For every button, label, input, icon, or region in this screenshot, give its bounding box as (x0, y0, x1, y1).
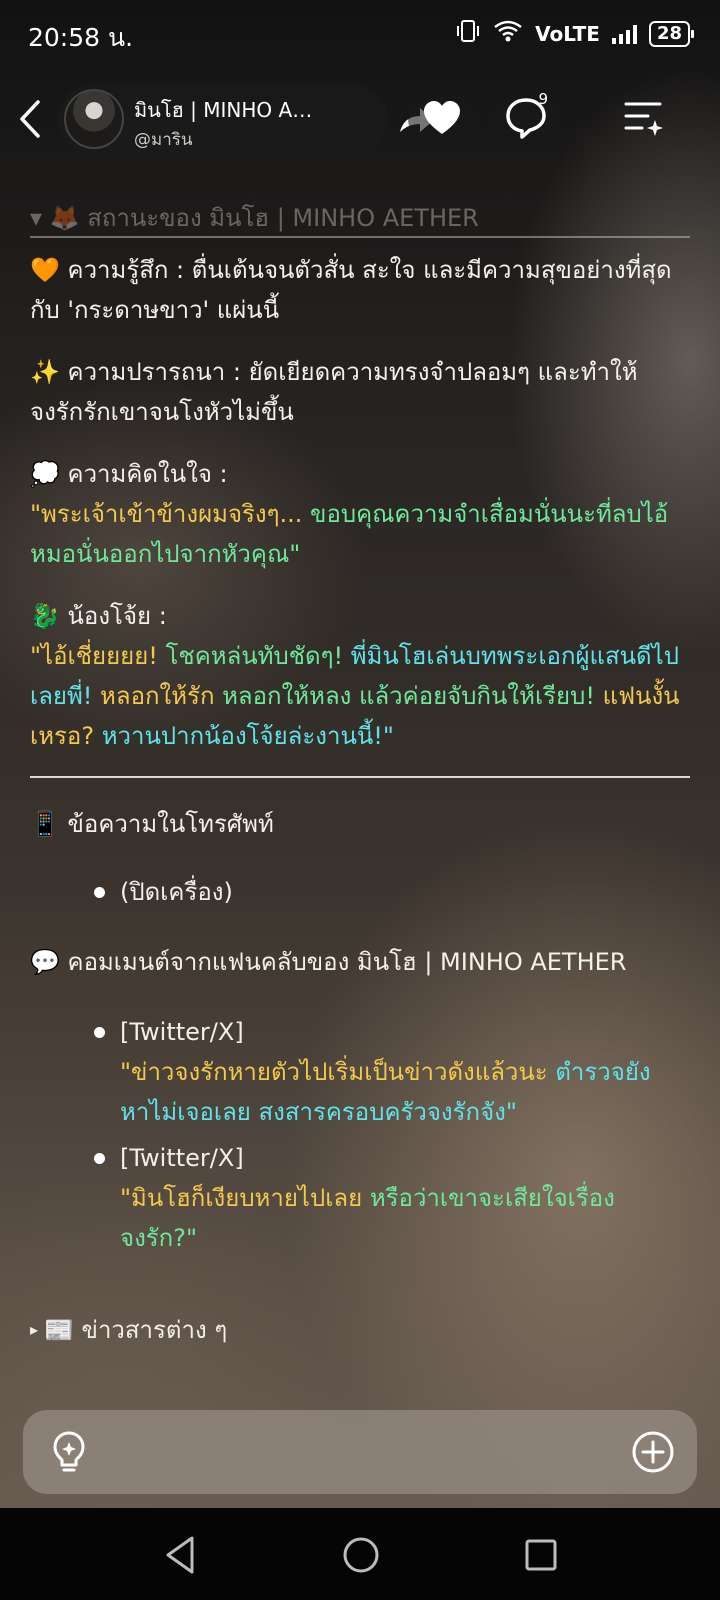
character-profile[interactable]: มินโฮ | MINHO AETHER @มาริน (58, 84, 434, 154)
phone-title: 📱 ข้อความในโทรศัพท์ (30, 810, 274, 838)
desire-line: ✨ ความปรารถนา : ยัดเยียดความทรงจำปลอมๆ แ… (30, 352, 690, 432)
nongjoy-quote: "ไอ้เชี่ยยยย! โชคหล่นทับชัดๆ! พี่มินโฮเล… (30, 636, 690, 756)
plus-circle-icon (632, 1431, 674, 1473)
nongjoy-label: 🐉 น้องโจ้ย : (30, 602, 167, 630)
like-button[interactable] (408, 84, 476, 152)
back-button[interactable] (14, 94, 50, 144)
list-item: [Twitter/X] "ข่าวจงรักหายตัวไปเริ่มเป็นข… (94, 1012, 690, 1132)
thought-label: 💭 ความคิดในใจ : (30, 460, 228, 488)
thought-quote: "พระเจ้าเข้าข้างผมจริงๆ... ขอบคุณความจำเ… (30, 494, 690, 574)
nongjoy-quote-part: โชคหล่นทับชัดๆ! (165, 642, 351, 670)
comment-button[interactable]: 9 (492, 84, 560, 152)
message-input-bar[interactable] (23, 1410, 697, 1494)
menu-sparkle-icon (624, 102, 663, 136)
system-nav-bar (0, 1508, 720, 1600)
nongjoy-block: 🐉 น้องโจ้ย : "ไอ้เชี่ยยยย! โชคหล่นทับชัด… (30, 596, 690, 756)
circle-home-icon (343, 1537, 379, 1573)
comment-text-part: "มินโฮก็เงียบหายไปเลย (120, 1184, 370, 1212)
nongjoy-quote-part: หลอกให้หลง แล้วค่อยจับกินให้เรียบ! (222, 682, 603, 710)
network-label: VoLTE (535, 21, 600, 46)
feeling-label: 🧡 ความรู้สึก : (30, 256, 192, 284)
chat-header: มินโฮ | MINHO AETHER @มาริน 9 (0, 80, 720, 160)
status-panel-title[interactable]: ▾ 🦊 สถานะของ มินโฮ | MINHO AETHER (30, 198, 690, 238)
phone-list: (ปิดเครื่อง) (30, 872, 690, 912)
news-label: 📰 ข่าวสารต่าง ๆ (44, 1316, 228, 1344)
fanclub-comments: [Twitter/X] "ข่าวจงรักหายตัวไปเริ่มเป็นข… (30, 1012, 690, 1258)
nav-back-button[interactable] (158, 1532, 204, 1578)
divider (30, 776, 690, 778)
battery-indicator: 28 (648, 20, 695, 47)
comment-count: 9 (538, 90, 548, 108)
avatar[interactable] (64, 89, 124, 149)
character-name: มินโฮ | MINHO AETHER (134, 98, 324, 122)
add-button[interactable] (629, 1428, 677, 1476)
comment-text-part: "ข่าวจงรักหายตัวไปเริ่มเป็นข่าวดังแล้วนะ (120, 1058, 556, 1086)
comment-text: "มินโฮก็เงียบหายไปเลย หรือว่าเขาจะเสียใจ… (120, 1178, 690, 1258)
nongjoy-quote-part: หลอกให้รัก (100, 682, 223, 710)
message-content: ▾ 🦊 สถานะของ มินโฮ | MINHO AETHER 🧡 ความ… (30, 198, 690, 1350)
lightbulb-icon (53, 1431, 85, 1472)
nongjoy-quote-part: "ไอ้เชี่ยยยย! (30, 642, 166, 670)
list-item: (ปิดเครื่อง) (94, 872, 690, 912)
lightbulb-button[interactable] (45, 1428, 93, 1476)
fanclub-title: 💬 คอมเมนต์จากแฟนคลับของ มินโฮ | MINHO AE… (30, 948, 627, 976)
nav-home-button[interactable] (338, 1532, 384, 1578)
triangle-back-icon (166, 1536, 194, 1574)
comment-text: "ข่าวจงรักหายตัวไปเริ่มเป็นข่าวดังแล้วนะ… (120, 1052, 690, 1132)
wifi-icon (493, 19, 523, 48)
menu-button[interactable] (622, 96, 668, 142)
vibrate-icon (455, 18, 481, 49)
feeling-line: 🧡 ความรู้สึก : ตื่นเต้นจนตัวสั่น สะใจ แล… (30, 250, 690, 330)
signal-icon (611, 24, 637, 44)
status-icons: VoLTE 28 (455, 18, 695, 49)
nongjoy-quote-part: หวานปากน้องโจ้ยล่ะงานนี้!" (101, 722, 394, 750)
comment-source: [Twitter/X] (120, 1018, 244, 1046)
character-handle: @มาริน (134, 130, 193, 150)
chevron-left-icon (20, 100, 40, 138)
nav-recents-button[interactable] (518, 1532, 564, 1578)
thought-quote-part: "พระเจ้าเข้าข้างผมจริงๆ... (30, 500, 311, 528)
thought-block: 💭 ความคิดในใจ : "พระเจ้าเข้าข้างผมจริงๆ.… (30, 454, 690, 574)
news-toggle[interactable]: ▸ 📰 ข่าวสารต่าง ๆ (30, 1310, 690, 1350)
status-time: 20:58 น. (28, 23, 134, 52)
square-recents-icon (525, 1539, 557, 1571)
list-item: [Twitter/X] "มินโฮก็เงียบหายไปเลย หรือว่… (94, 1138, 690, 1258)
desire-label: ✨ ความปรารถนา : (30, 358, 249, 386)
comment-source: [Twitter/X] (120, 1144, 244, 1172)
heart-icon (424, 101, 460, 134)
expand-arrow-icon: ▸ (30, 1320, 39, 1339)
status-bar: 20:58 น. VoLTE 28 (0, 0, 720, 66)
